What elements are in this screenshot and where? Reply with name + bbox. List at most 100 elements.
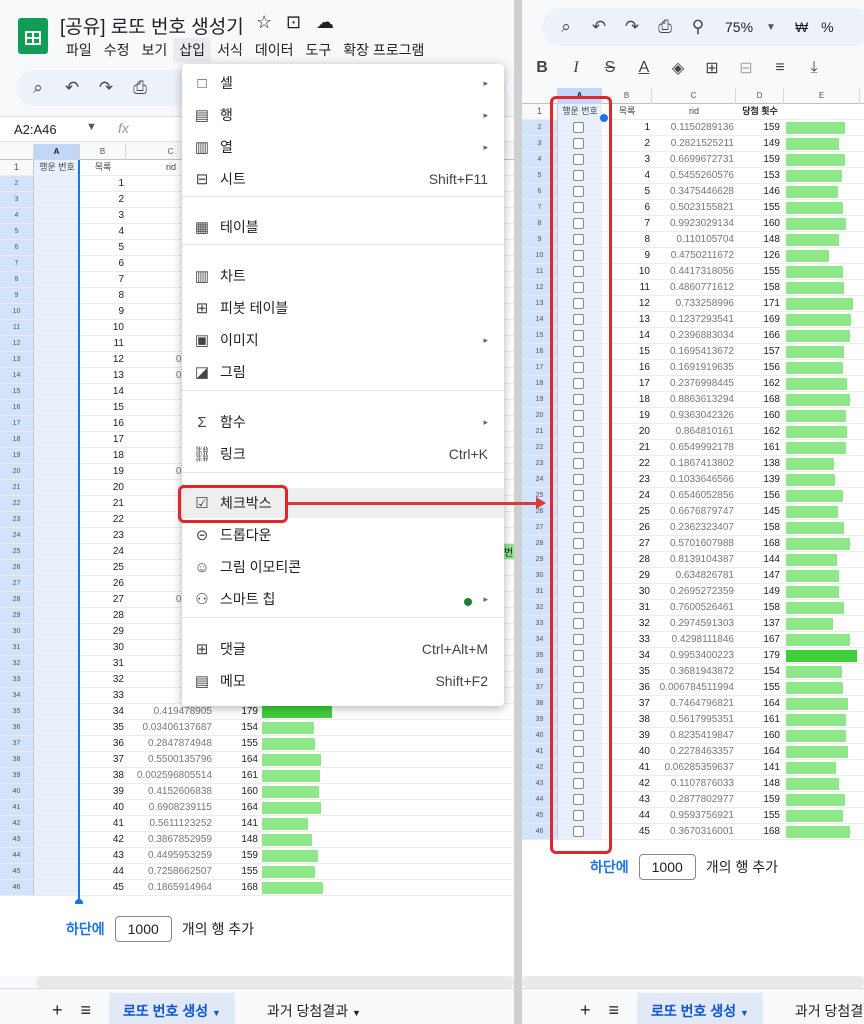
list-number-cell[interactable]: 26 — [80, 576, 124, 591]
selected-cell[interactable] — [34, 352, 80, 367]
tab-lotto-generator[interactable]: 로또 번호 생성 ▼ — [637, 992, 763, 1024]
rid-cell[interactable]: 0.1695413672 — [652, 344, 734, 359]
row-number[interactable]: 20 — [0, 464, 34, 479]
count-cell[interactable]: 149 — [736, 136, 780, 151]
count-cell[interactable]: 159 — [736, 120, 780, 135]
menu-7[interactable]: 확장 프로그램 — [337, 38, 430, 62]
rid-cell[interactable]: 0.1691919635 — [652, 360, 734, 375]
list-number-cell[interactable]: 34 — [80, 704, 124, 719]
row-number[interactable]: 8 — [0, 272, 34, 287]
row-number[interactable]: 46 — [0, 880, 34, 895]
count-cell[interactable]: 126 — [736, 248, 780, 263]
vertical-align-icon[interactable]: ⤓ — [804, 59, 824, 77]
count-cell[interactable]: 164 — [736, 744, 780, 759]
print-icon[interactable]: ⎙ — [130, 78, 150, 98]
selected-cell[interactable] — [34, 864, 80, 879]
row-number[interactable]: 43 — [0, 832, 34, 847]
row-number[interactable]: 39 — [0, 768, 34, 783]
text-color-icon[interactable]: A — [634, 59, 654, 77]
row-number[interactable]: 42 — [0, 816, 34, 831]
rid-cell[interactable]: 0.4417318056 — [652, 264, 734, 279]
row-number[interactable]: 26 — [0, 560, 34, 575]
selected-cell[interactable] — [34, 576, 80, 591]
rid-cell[interactable]: 0.3670316001 — [652, 824, 734, 839]
row-number[interactable]: 28 — [0, 592, 34, 607]
row-number[interactable]: 12 — [0, 336, 34, 351]
list-number-cell[interactable]: 25 — [80, 560, 124, 575]
list-number-cell[interactable]: 13 — [80, 368, 124, 383]
count-cell[interactable]: 148 — [736, 232, 780, 247]
add-rows-button[interactable]: 하단에 — [590, 857, 629, 877]
list-number-cell[interactable]: 10 — [80, 320, 124, 335]
row-number[interactable]: 25 — [0, 544, 34, 559]
count-cell[interactable]: 145 — [736, 504, 780, 519]
selected-cell[interactable] — [34, 736, 80, 751]
header-cell[interactable]: rid — [652, 104, 736, 119]
rid-cell[interactable]: 0.002596805514 — [126, 768, 212, 783]
list-number-cell[interactable]: 27 — [80, 592, 124, 607]
count-cell[interactable]: 155 — [214, 736, 258, 751]
row-number[interactable]: 13 — [0, 352, 34, 367]
rid-cell[interactable]: 0.6699672731 — [652, 152, 734, 167]
rid-cell[interactable]: 0.9593756921 — [652, 808, 734, 823]
row-number[interactable]: 41 — [0, 800, 34, 815]
zoom-select[interactable]: 75% — [725, 19, 753, 35]
selected-cell[interactable] — [34, 848, 80, 863]
menu-item-16[interactable]: ▤ 메모 Shift+F2 — [182, 666, 504, 696]
tab-dropdown-icon[interactable]: ▼ — [352, 1008, 361, 1018]
menu-5[interactable]: 데이터 — [249, 38, 300, 62]
list-number-cell[interactable]: 11 — [80, 336, 124, 351]
header-cell[interactable]: 목록 — [80, 160, 126, 175]
rid-cell[interactable]: 0.2821525211 — [652, 136, 734, 151]
rid-cell[interactable]: 0.110105704 — [652, 232, 734, 247]
row-number[interactable]: 11 — [0, 320, 34, 335]
count-cell[interactable]: 137 — [736, 616, 780, 631]
count-cell[interactable]: 159 — [214, 848, 258, 863]
count-cell[interactable]: 168 — [736, 536, 780, 551]
paint-format-icon[interactable]: ⚲ — [688, 17, 708, 37]
column-header-b[interactable]: B — [80, 144, 126, 160]
list-number-cell[interactable]: 22 — [80, 512, 124, 527]
print-icon[interactable]: ⎙ — [655, 17, 675, 37]
rid-cell[interactable]: 0.1237293541 — [652, 312, 734, 327]
count-cell[interactable]: 179 — [214, 704, 258, 719]
rid-cell[interactable]: 0.4152606838 — [126, 784, 212, 799]
row-number[interactable]: 31 — [0, 640, 34, 655]
list-number-cell[interactable]: 20 — [80, 480, 124, 495]
row-number[interactable]: 15 — [0, 384, 34, 399]
row-number[interactable]: 33 — [0, 672, 34, 687]
selected-cell[interactable] — [34, 768, 80, 783]
row-number[interactable]: 2 — [0, 176, 34, 191]
rid-cell[interactable]: 0.864810161 — [652, 424, 734, 439]
selected-cell[interactable] — [34, 496, 80, 511]
row-number[interactable]: 23 — [0, 512, 34, 527]
selected-cell[interactable] — [34, 320, 80, 335]
strikethrough-icon[interactable]: S — [600, 59, 620, 77]
rid-cell[interactable]: 0.5500135796 — [126, 752, 212, 767]
menu-item-8[interactable]: ◪ 그림 — [182, 357, 504, 387]
rid-cell[interactable]: 0.4298111846 — [652, 632, 734, 647]
count-cell[interactable]: 138 — [736, 456, 780, 471]
add-rows-count-input[interactable]: 1000 — [114, 916, 172, 942]
list-number-cell[interactable]: 31 — [80, 656, 124, 671]
italic-icon[interactable]: I — [566, 59, 586, 77]
rid-cell[interactable]: 0.1107876033 — [652, 776, 734, 791]
list-number-cell[interactable]: 41 — [80, 816, 124, 831]
count-cell[interactable]: 159 — [736, 792, 780, 807]
count-cell[interactable]: 139 — [736, 472, 780, 487]
selected-cell[interactable] — [34, 544, 80, 559]
menu-1[interactable]: 수정 — [98, 38, 136, 62]
count-cell[interactable]: 158 — [736, 520, 780, 535]
count-cell[interactable]: 164 — [214, 752, 258, 767]
row-number[interactable]: 10 — [0, 304, 34, 319]
count-cell[interactable]: 157 — [736, 344, 780, 359]
rid-cell[interactable]: 0.4750211672 — [652, 248, 734, 263]
count-cell[interactable]: 148 — [736, 776, 780, 791]
list-number-cell[interactable]: 39 — [80, 784, 124, 799]
count-cell[interactable]: 141 — [736, 760, 780, 775]
row-number[interactable]: 17 — [0, 416, 34, 431]
selected-cell[interactable] — [34, 672, 80, 687]
list-number-cell[interactable]: 19 — [80, 464, 124, 479]
horizontal-align-icon[interactable]: ≡ — [770, 59, 790, 77]
selected-cell[interactable] — [34, 272, 80, 287]
